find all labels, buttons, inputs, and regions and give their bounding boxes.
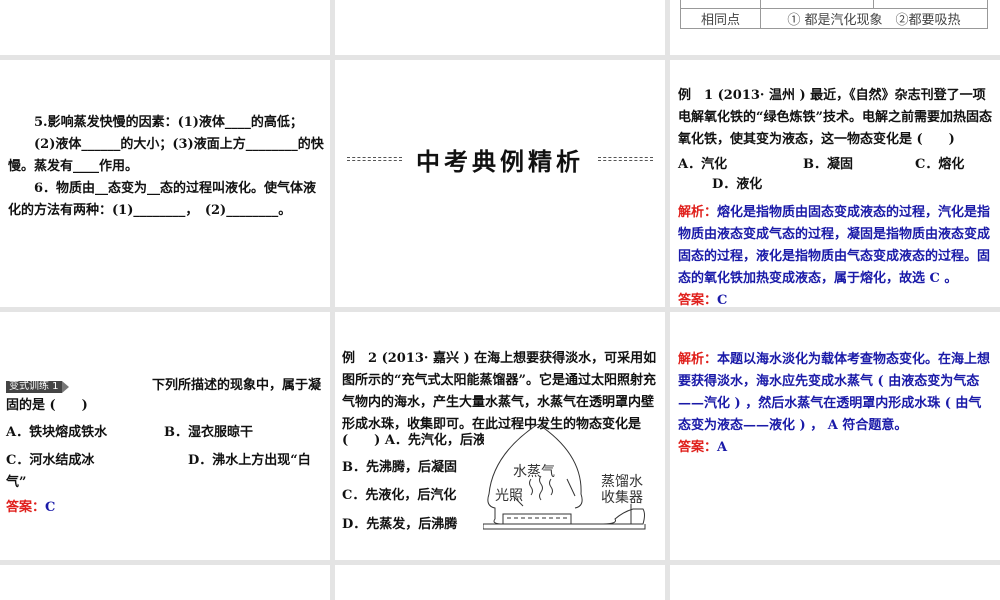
solar-still-diagram: 水蒸气 光照 蒸馏水 收集器 — [483, 424, 646, 530]
answer-label: 答案： — [6, 500, 46, 515]
slide-thumbnail-8[interactable]: 例 2 (2013· 嘉兴 ) 在海上想要获得淡水，可采用如图所示的“充气式太阳… — [335, 312, 665, 560]
analysis-text: 解析：本题以海水淡化为载体考查物态变化。在海上想要获得淡水，海水应先变成水蒸气 … — [678, 349, 994, 437]
fill-item-5a: 5.影响蒸发快慢的因素：(1)液体____的高低； — [34, 115, 303, 130]
slide-thumbnail-7[interactable]: 变式训练 1 下列所描述的现象中，属于凝 固的是 ( ) A．铁块熔成铁水 B．湿… — [0, 312, 330, 560]
example-2-question: 例 2 (2013· 嘉兴 ) 在海上想要获得淡水，可采用如图所示的“充气式太阳… — [342, 351, 657, 432]
practice-question: 变式训练 1 下列所描述的现象中，属于凝 — [6, 375, 322, 397]
answer-label: 答案： — [678, 440, 718, 455]
option-d: D．沸水上方出现“白气” — [6, 453, 311, 490]
answer-label: 答案： — [678, 293, 718, 307]
label-vapor: 水蒸气 — [513, 464, 555, 480]
analysis-label: 解析： — [678, 205, 718, 220]
analysis-body: 本题以海水淡化为载体考查物态变化。在海上想要获得淡水，海水应先变成水蒸气 ( 由… — [678, 352, 991, 433]
decor-dashes-right — [598, 157, 653, 161]
slide-thumbnail-11[interactable] — [335, 565, 665, 600]
option-d: D．先蒸发，后沸腾 — [342, 517, 458, 532]
practice-badge: 变式训练 1 — [6, 381, 69, 393]
fill-item-5b: (2)液体______的大小；(3)液面上方________的快慢。蒸发有___… — [8, 137, 324, 174]
label-collector-1: 蒸馏水 — [601, 474, 643, 490]
practice-question-tail: 下列所描述的现象中，属于凝 — [152, 378, 322, 393]
slide-thumbnail-4[interactable]: 5.影响蒸发快慢的因素：(1)液体____的高低； (2)液体______的大小… — [0, 60, 330, 307]
slide-thumbnail-12[interactable] — [670, 565, 1000, 600]
slide-thumbnail-3[interactable]: 相同点 ① 都是汽化现象 ②都要吸热 — [670, 0, 1000, 55]
slide-thumbnail-9[interactable]: 解析：本题以海水淡化为载体考查物态变化。在海上想要获得淡水，海水应先变成水蒸气 … — [670, 312, 1000, 560]
slide-thumbnail-6[interactable]: 例 1 (2013· 温州 ) 最近，《自然》杂志刊登了一项电解氧化铁的“绿色炼… — [670, 60, 1000, 307]
analysis-body: 熔化是指物质由固态变成液态的过程，汽化是指物质由液态变成气态的过程，凝固是指物质… — [678, 205, 991, 286]
label-collector-2: 收集器 — [601, 489, 643, 506]
analysis-label: 解析： — [678, 352, 718, 367]
option-a: A．汽化 — [678, 157, 728, 172]
option-d: D．液化 — [712, 177, 763, 192]
option-b: B．先沸腾，后凝固 — [342, 460, 457, 475]
answer-value: C — [717, 293, 728, 307]
slide-thumbnail-10[interactable] — [0, 565, 330, 600]
answer: 答案：A — [678, 437, 727, 459]
label-light: 光照 — [495, 488, 523, 504]
table-row-label: 相同点 — [680, 8, 761, 29]
answer: 答案：C — [678, 290, 727, 307]
slide-thumbnail-1[interactable] — [0, 0, 330, 55]
table-row-value: ① 都是汽化现象 ②都要吸热 — [760, 8, 988, 29]
slide-thumbnail-2[interactable] — [335, 0, 665, 55]
option-a: ( ) A．先汽化，后液化 — [342, 433, 484, 448]
answer-value: A — [717, 440, 728, 455]
answer-value: C — [45, 500, 56, 515]
option-c: C．熔化 — [915, 157, 965, 172]
option-b: B．湿衣服晾干 — [164, 425, 253, 440]
fill-item-6: 6．物质由__态变为__态的过程叫液化。使气体液化的方法有两种：(1)_____… — [8, 181, 317, 218]
option-c: C．先液化，后汽化 — [342, 488, 457, 503]
slide-thumbnail-5[interactable]: 中考典例精析 — [335, 60, 665, 307]
option-a: A．铁块熔成铁水 — [6, 425, 108, 440]
example-1-question: 例 1 (2013· 温州 ) 最近，《自然》杂志刊登了一项电解氧化铁的“绿色炼… — [678, 88, 992, 147]
analysis-text: 解析：熔化是指物质由固态变成液态的过程，汽化是指物质由液态变成气态的过程，凝固是… — [678, 202, 994, 290]
practice-question-line2: 固的是 ( ) — [6, 398, 88, 413]
comparison-table: 相同点 ① 都是汽化现象 ②都要吸热 — [680, 0, 988, 29]
option-b: B．凝固 — [803, 157, 853, 172]
answer: 答案：C — [6, 497, 55, 519]
